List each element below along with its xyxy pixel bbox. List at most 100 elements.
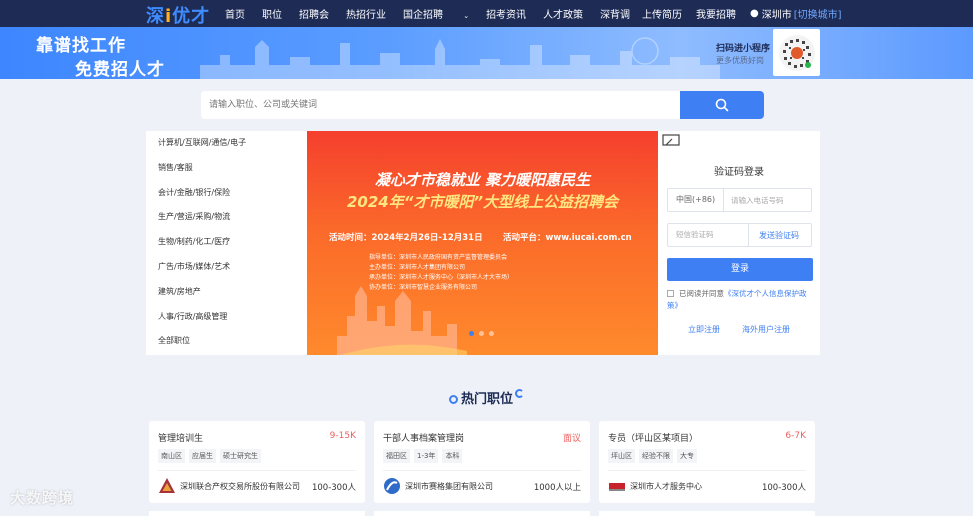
next-row-card [149,511,365,516]
country-code-select[interactable]: 中国(+86) [668,189,724,211]
register-link[interactable]: 立即注册 [688,324,720,335]
job-tag: 坪山区 [608,449,635,463]
promo-org-guide: 指导单位：深圳市人民政府国有资产监督管理委员会 [369,254,508,261]
category-finance[interactable]: 会计/金融/银行/保险 [146,181,307,206]
phone-input[interactable]: 请输入电话号码 [724,195,784,206]
overseas-register-link[interactable]: 海外用户注册 [742,324,790,335]
category-biotech[interactable]: 生物/制药/化工/医疗 [146,230,307,255]
job-tag: 应届生 [189,449,216,463]
company-name[interactable]: 深圳市赛格集团有限公司 [405,481,493,492]
nav-right: 上传简历 我要招聘 ● 深圳市 [切换城市] [642,0,842,27]
company-size: 100-300人 [761,483,806,493]
category-construction[interactable]: 建筑/房地产 [146,280,307,305]
login-button[interactable]: 登录 [667,258,813,281]
city-illustration [337,286,467,355]
current-city: 深圳市 [761,10,792,21]
switch-city-link[interactable]: [切换城市] [794,6,842,21]
hero-banner: 靠谱找工作 免费招人才 扫码进小程序 更多优质好岗 [0,27,973,79]
agree-text: 已阅读并同意 [679,289,724,298]
job-tag: 1-3年 [414,449,439,463]
company-logo-icon [609,483,625,491]
post-job-link[interactable]: 我要招聘 [696,6,736,21]
watermark: 大数跨境 [10,489,75,507]
send-code-button[interactable]: 发送验证码 [749,230,799,241]
agree-checkbox[interactable] [667,290,674,297]
nav-item-hot-industries[interactable]: 热招行业 [346,6,386,21]
nav-item-exam-news[interactable]: 招考资讯 [486,6,526,21]
job-tag: 硕士研究生 [220,449,261,463]
job-salary: 面议 [562,434,581,444]
login-panel: 验证码登录 中国(+86) 请输入电话号码 短信验证码 发送验证码 登录 已阅读… [658,131,820,355]
job-tag: 福田区 [383,449,410,463]
promo-time: 活动时间：2024年2月26日-12月31日 [329,233,483,243]
card-divider [158,470,356,471]
qr-login-switch-icon[interactable] [662,134,680,148]
carousel-dot[interactable] [479,331,484,336]
search-icon [715,98,729,112]
promo-carousel[interactable]: 凝心才市稳就业 聚力暖阳惠民生 2024年“才市暖阳”大型线上公益招聘会 活动时… [307,131,658,355]
nav-item-talent-policy[interactable]: 人才政策 [543,6,583,21]
next-row-card [599,511,815,516]
job-salary: 6-7K [785,431,806,441]
next-row-card [374,511,590,516]
carousel-dot[interactable] [469,331,474,336]
top-nav: 深i优才 首页 职位 招聘会 热招行业 国企招聘 ⌄ 招考资讯 人才政策 深背调… [0,0,973,27]
company-logo-icon [159,478,175,493]
carousel-dot[interactable] [489,331,494,336]
nav-item-job-fair[interactable]: 招聘会 [299,6,329,21]
search-button[interactable] [680,91,764,119]
job-card[interactable]: 干部人事档案管理岗 面议 福田区 1-3年 本科 深圳市赛格集团有限公司 100… [374,421,590,503]
sms-code-input[interactable]: 短信验证码 [668,224,749,246]
company-logo-icon [384,478,400,494]
category-it[interactable]: 计算机/互联网/通信/电子 [146,131,307,156]
nav-item-background-check[interactable]: 深背调 [600,6,630,21]
nav-item-home[interactable]: 首页 [225,6,245,21]
job-tag: 大专 [677,449,697,463]
sms-code-field: 短信验证码 发送验证码 [667,223,812,247]
location-pin-icon: ● [750,8,759,19]
job-card[interactable]: 管理培训生 9-15K 南山区 应届生 硕士研究生 深圳联合产权交易所股份有限公… [149,421,365,503]
job-tags: 坪山区 经验不限 大专 [608,449,701,463]
nav-item-jobs[interactable]: 职位 [262,6,282,21]
job-title: 管理培训生 [158,434,204,444]
job-tag: 南山区 [158,449,185,463]
company-size: 1000人以上 [533,483,581,493]
category-marketing[interactable]: 广告/市场/媒体/艺术 [146,255,307,280]
mini-program-qr-code[interactable] [773,29,820,76]
chevron-down-icon: ⌄ [463,12,470,20]
promo-platform: 活动平台：www.iucai.com.cn [503,233,632,243]
promo-headline: 凝心才市稳就业 聚力暖阳惠民生 [374,171,591,189]
search-bar [201,91,764,119]
category-production[interactable]: 生产/营运/采购/物流 [146,205,307,230]
company-size: 100-300人 [311,483,356,493]
job-title: 干部人事档案管理岗 [383,434,465,444]
job-card[interactable]: 专员（坪山区某项目） 6-7K 坪山区 经验不限 大专 深圳市人才服务中心 10… [599,421,815,503]
carousel-dots [469,331,499,336]
nav-links: 首页 职位 招聘会 热招行业 国企招聘 ⌄ 招考资讯 人才政策 深背调 [225,0,647,27]
category-sales[interactable]: 销售/客服 [146,156,307,181]
job-tags: 南山区 应届生 硕士研究生 [158,449,265,463]
job-salary: 9-15K [329,431,356,441]
agreement: 已阅读并同意《深优才个人信息保护政策》 [667,288,817,312]
company-name[interactable]: 深圳市人才服务中心 [630,481,702,492]
arc-decoration-icon [515,389,524,398]
mini-program-title: 扫码进小程序 [716,44,771,54]
login-title: 验证码登录 [714,167,764,178]
qr-code-icon [778,34,815,71]
slogan-free-hiring: 免费招人才 [75,60,165,79]
card-divider [608,470,806,471]
job-title: 专员（坪山区某项目） [608,434,699,444]
job-tags: 福田区 1-3年 本科 [383,449,466,463]
category-all[interactable]: 全部职位 [146,329,307,354]
promo-subheadline: 2024年“才市暖阳”大型线上公益招聘会 [346,193,619,211]
search-input[interactable] [201,91,680,119]
site-logo[interactable]: 深i优才 [146,2,210,28]
card-divider [383,470,581,471]
job-category-list: 计算机/互联网/通信/电子 销售/客服 会计/金融/银行/保险 生产/营运/采购… [146,131,307,355]
category-hr-admin[interactable]: 人事/行政/高级管理 [146,305,307,330]
nav-item-soe-recruitment[interactable]: 国企招聘 ⌄ [403,6,469,21]
hot-jobs-heading: 热门职位 [0,388,973,407]
job-tag: 经验不限 [639,449,673,463]
company-name[interactable]: 深圳联合产权交易所股份有限公司 [180,481,300,492]
upload-resume-link[interactable]: 上传简历 [642,6,682,21]
